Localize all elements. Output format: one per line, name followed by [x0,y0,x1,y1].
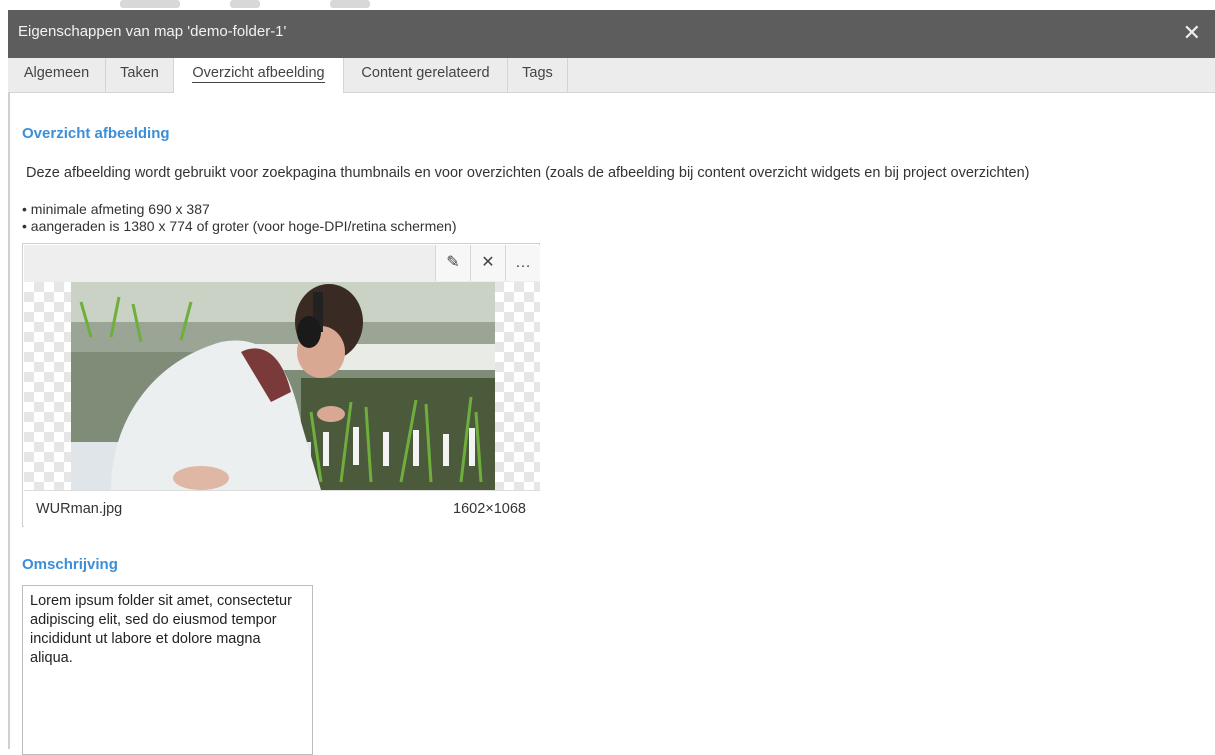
close-icon: ✕ [481,254,495,271]
image-picker: ✎ ✕ … WURman.jpg 1602×1068 [22,243,540,527]
more-icon: … [515,254,531,271]
section-heading-overview: Overzicht afbeelding [22,125,170,142]
tab-label: Overzicht afbeelding [192,65,325,83]
image-dimensions: 1602×1068 [453,501,526,517]
image-info-bar: WURman.jpg 1602×1068 [24,490,540,527]
tab-label: Taken [120,65,159,81]
preview-photo [71,282,495,490]
background-blur [230,0,260,8]
requirements-list: • minimale afmeting 690 x 387 • aangerad… [22,201,456,235]
tab-bar: Algemeen Taken Overzicht afbeelding Cont… [8,58,1215,93]
requirement-min: • minimale afmeting 690 x 387 [22,201,210,217]
more-options-button[interactable]: … [505,245,540,281]
section-heading-description: Omschrijving [22,556,118,573]
dialog-titlebar: Eigenschappen van map 'demo-folder-1' ✕ [8,10,1215,58]
description-textarea[interactable]: Lorem ipsum folder sit amet, consectetur… [22,585,313,755]
tab-overzicht-afbeelding[interactable]: Overzicht afbeelding [174,58,344,93]
tab-content-gerelateerd[interactable]: Content gerelateerd [344,58,508,92]
background-blur [120,0,180,8]
image-filename: WURman.jpg [36,501,123,517]
tab-tags[interactable]: Tags [508,58,568,92]
dialog-title: Eigenschappen van map 'demo-folder-1' [18,23,287,40]
pencil-icon: ✎ [446,254,460,271]
tab-label: Algemeen [23,65,90,81]
background-blur [330,0,370,8]
edit-image-button[interactable]: ✎ [435,245,470,281]
tab-taken[interactable]: Taken [106,58,174,92]
requirement-recommended: • aangeraden is 1380 x 774 of groter (vo… [22,218,457,234]
preview-image[interactable] [71,282,495,490]
remove-image-button[interactable]: ✕ [470,245,505,281]
tab-label: Tags [522,65,553,81]
overview-description: Deze afbeelding wordt gebruikt voor zoek… [26,165,1030,181]
tab-algemeen[interactable]: Algemeen [8,58,106,92]
background-page [0,0,1215,10]
close-icon[interactable]: ✕ [1183,20,1201,46]
tab-label: Content gerelateerd [361,65,490,81]
